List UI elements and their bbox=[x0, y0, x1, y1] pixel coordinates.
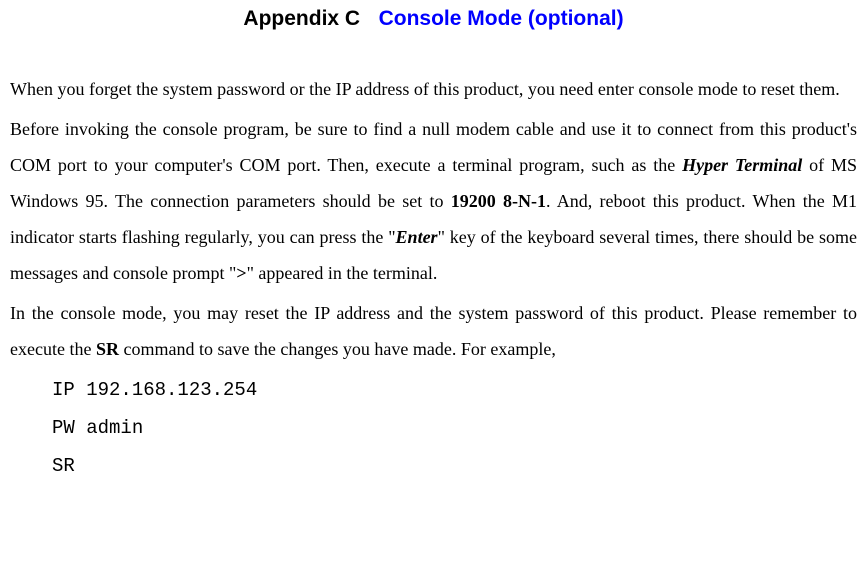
prompt-char: > bbox=[236, 263, 246, 283]
example-commands: IP 192.168.123.254 PW admin SR bbox=[52, 371, 857, 485]
hyper-terminal-term: Hyper Terminal bbox=[682, 155, 802, 175]
appendix-title: Console Mode (optional) bbox=[379, 7, 624, 30]
enter-key-term: Enter bbox=[396, 227, 438, 247]
code-line-ip: IP 192.168.123.254 bbox=[52, 371, 857, 409]
appendix-heading: Appendix C Console Mode (optional) bbox=[10, 8, 857, 29]
code-line-pw: PW admin bbox=[52, 409, 857, 447]
sr-command-term: SR bbox=[96, 339, 119, 359]
paragraph-setup: Before invoking the console program, be … bbox=[10, 111, 857, 291]
para1-text: When you forget the system password or t… bbox=[10, 79, 840, 99]
para2-t5: " appeared in the terminal. bbox=[247, 263, 438, 283]
baud-setting: 19200 8-N-1 bbox=[451, 191, 546, 211]
paragraph-intro: When you forget the system password or t… bbox=[10, 71, 857, 107]
para3-t2: command to save the changes you have mad… bbox=[119, 339, 556, 359]
paragraph-instructions: In the console mode, you may reset the I… bbox=[10, 295, 857, 367]
code-line-sr: SR bbox=[52, 447, 857, 485]
appendix-label: Appendix C bbox=[243, 7, 360, 30]
